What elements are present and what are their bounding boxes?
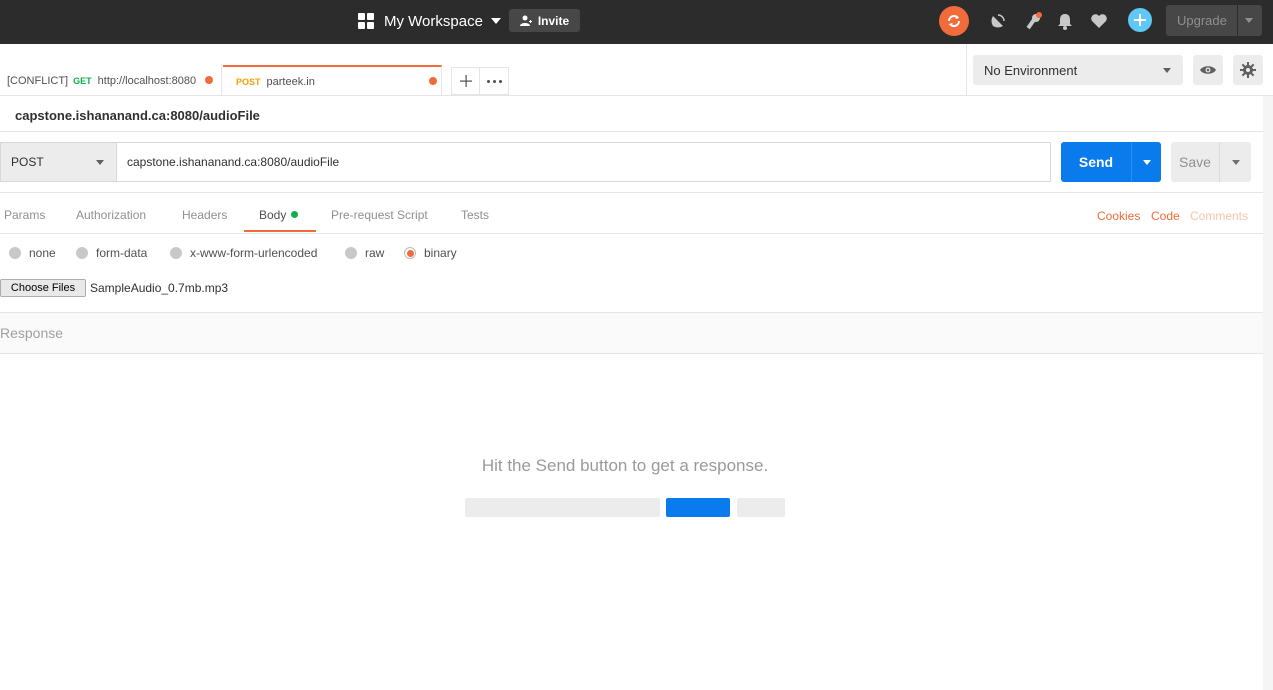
scrollbar[interactable] [1263,96,1273,690]
workspace-label: My Workspace [384,12,483,30]
empty-response-hint: Hit the Send button to get a response. [481,456,769,475]
tab-localhost[interactable]: [CONFLICT] GET http://localhost:8080 [0,65,222,96]
environment-value: No Environment [984,62,1078,78]
save-options-button[interactable] [1219,142,1251,182]
top-bar: My Workspace Invite Upgrade [0,0,1273,44]
tab-body[interactable]: Body [259,208,299,222]
placeholder-send-button [666,498,730,517]
chevron-down-icon [1142,159,1151,165]
divider [0,131,1263,132]
tab-prerequest-script[interactable]: Pre-request Script [331,208,428,222]
environment-select[interactable]: No Environment [973,55,1183,85]
tab-authorization[interactable]: Authorization [76,208,146,222]
chevron-down-icon [96,160,104,165]
divider [0,192,1263,193]
radio-icon [170,247,182,259]
gear-icon [1240,62,1256,78]
save-label: Save [1179,154,1211,170]
add-icon[interactable] [1128,8,1152,32]
placeholder-save-button [737,498,785,517]
active-tab-indicator [244,230,316,232]
radio-label: raw [365,246,385,260]
save-button[interactable]: Save [1171,142,1219,182]
radio-icon [76,247,88,259]
tab-method: GET [73,75,92,86]
radio-icon [345,247,357,259]
upgrade-label: Upgrade [1177,13,1227,28]
tab-label: parteek.in [266,75,315,88]
body-mode-binary[interactable]: binary [404,246,457,260]
method-value: POST [11,155,44,169]
url-input[interactable] [116,142,1051,182]
tab-label: http://localhost:8080 [97,74,197,87]
chevron-down-icon [490,18,501,24]
sync-icon [948,15,960,27]
tab-headers[interactable]: Headers [182,208,227,222]
wrench-icon[interactable] [1024,11,1044,31]
unsaved-dot-icon [429,77,437,85]
more-dot-icon [498,79,502,83]
satellite-icon[interactable] [988,11,1008,31]
radio-label: form-data [96,246,148,260]
invite-button[interactable]: Invite [509,9,580,32]
eye-icon [1200,66,1216,74]
tab-params[interactable]: Params [4,208,45,222]
send-options-button[interactable] [1131,142,1161,182]
code-link[interactable]: Code [1151,209,1180,223]
environment-quick-look-button[interactable] [1193,55,1223,85]
tab-method: POST [236,76,261,87]
more-dot-icon [486,79,490,83]
workspace-grid-icon [358,13,374,29]
body-mode-raw[interactable]: raw [345,246,384,260]
comments-link[interactable]: Comments [1190,209,1248,223]
body-mode-form-data[interactable]: form-data [76,246,147,260]
send-button[interactable]: Send [1061,142,1131,182]
invite-label: Invite [537,13,570,28]
radio-icon [9,247,21,259]
manage-environments-button[interactable] [1233,55,1263,85]
tab-tests[interactable]: Tests [461,208,489,222]
radio-label: none [29,246,56,260]
divider [0,233,1263,234]
radio-selected-icon [404,247,416,259]
body-mode-urlencoded[interactable]: x-www-form-urlencoded [170,246,317,260]
selected-file-name: SampleAudio_0.7mb.mp3 [90,281,229,295]
status-dot-icon [291,211,299,218]
more-dot-icon [492,79,496,83]
cookies-link[interactable]: Cookies [1097,209,1140,223]
new-tab-button[interactable] [451,67,480,95]
chevron-down-icon [1163,68,1171,73]
tab-body-label: Body [259,208,287,222]
add-user-icon [519,15,532,26]
conflict-tag: [CONFLICT] [7,74,69,87]
method-select[interactable]: POST [0,142,116,182]
chevron-down-icon [1231,159,1240,165]
bell-icon[interactable] [1055,11,1075,31]
tab-options-button[interactable] [480,67,509,95]
chevron-down-icon[interactable] [1245,18,1253,23]
body-mode-none[interactable]: none [9,246,56,260]
radio-label: x-www-form-urlencoded [190,246,318,260]
request-title[interactable]: capstone.ishananand.ca:8080/audioFile [15,108,260,123]
sync-button[interactable] [939,6,969,36]
response-label: Response [0,325,64,341]
response-header [0,312,1263,354]
radio-label: binary [424,246,457,260]
heart-icon[interactable] [1089,11,1109,31]
plus-icon [459,75,472,87]
tab-parteek[interactable]: POST parteek.in [223,65,442,96]
placeholder-url-bar [465,498,660,517]
choose-files-button[interactable]: Choose Files [0,279,86,297]
send-label: Send [1078,154,1114,170]
upgrade-divider [1237,5,1238,36]
workspace-switcher[interactable]: My Workspace [358,9,501,33]
unsaved-dot-icon [205,76,213,84]
upgrade-button[interactable]: Upgrade [1166,5,1262,36]
